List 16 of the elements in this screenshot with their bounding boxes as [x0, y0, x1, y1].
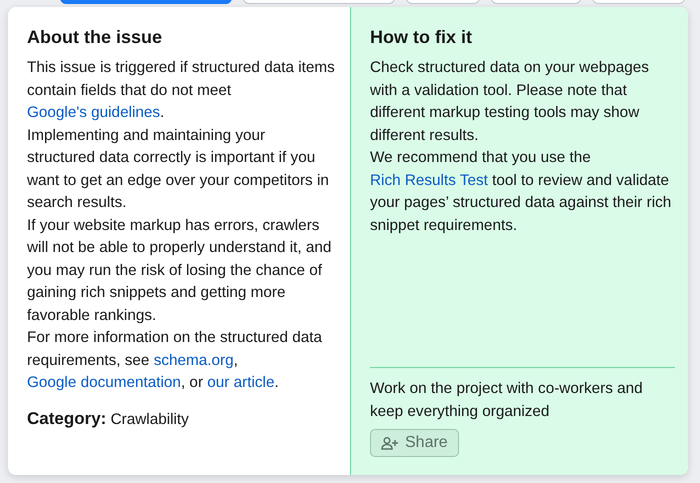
collaboration-text: Work on the project with co-workers and keep everything organized [370, 379, 644, 422]
link[interactable]: Google documentation [27, 374, 181, 391]
category-label: Category: Crawlability [27, 408, 190, 428]
paragraph: We recommend that you use the Rich Results Test tool to review and validate your pages’ structured data against their rich snippet requirements. [370, 148, 672, 236]
section-title: How to fix it [370, 27, 473, 48]
link[interactable]: Rich Results Test [370, 172, 488, 188]
paragraph: For more information on the structured data requirements, see schema.org, Google documentation, or our article. [27, 328, 324, 393]
paragraph: This issue is triggered if structured data items contain fields that do not meet Google's guidelines. [27, 58, 336, 123]
paragraph: If your website markup has errors, crawlers will not be able to properly understand it, and you may run the risk of losing the chance of gaining rich snippets and getting more favorable rankings. [27, 216, 332, 326]
section-title: About the issue [27, 27, 164, 48]
paragraph: Check structured data on your webpages with a validation tool. Please note that different markup testing tools may show different results. [370, 58, 650, 146]
link[interactable]: schema.org [154, 352, 234, 368]
link[interactable]: Google's guidelines [27, 104, 160, 121]
paragraph: Implementing and maintaining your structured data correctly is important if you want to get an edge over your competitors in search results. [27, 126, 330, 213]
link[interactable]: our article [207, 374, 274, 391]
add-user-icon [381, 436, 399, 450]
